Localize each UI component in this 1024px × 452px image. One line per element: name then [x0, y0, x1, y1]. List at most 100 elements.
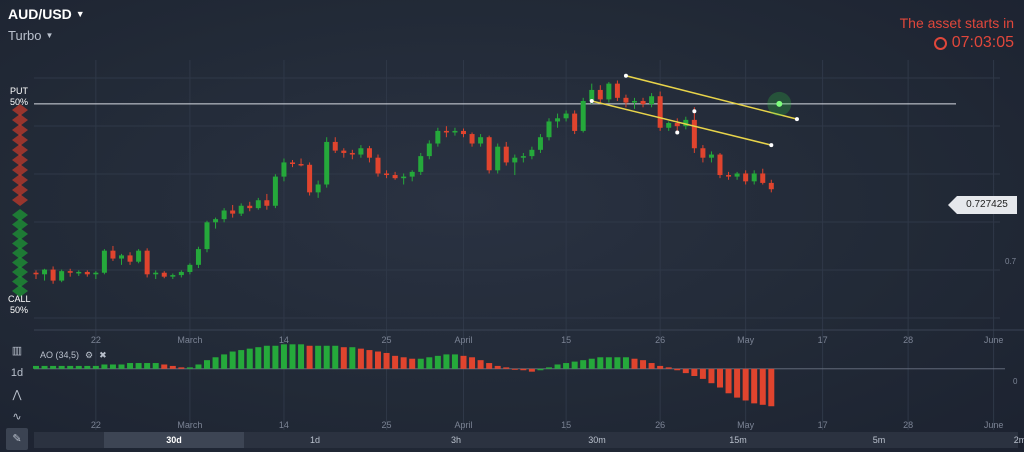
x-axis-label: 17: [817, 335, 828, 345]
candle-body: [349, 152, 355, 155]
ao-bar: [631, 358, 638, 369]
ao-bar: [144, 363, 151, 369]
candle-body: [161, 272, 167, 277]
ao-bar: [460, 355, 467, 369]
settings-icon[interactable]: ⚙: [85, 350, 93, 360]
candle-body: [700, 148, 706, 158]
ao-bar: [554, 364, 561, 369]
ao-bar: [708, 368, 715, 384]
candle-body: [255, 200, 261, 209]
chevron-down-icon: ▼: [45, 31, 54, 40]
mode-selector[interactable]: Turbo ▼: [8, 28, 53, 43]
ao-bar: [691, 368, 698, 376]
ao-bar: [417, 358, 424, 369]
ao-bar: [768, 368, 775, 407]
put-sentiment: PUT 50%: [8, 86, 30, 108]
call-sentiment: CALL 50%: [8, 294, 31, 316]
x-axis-label: 22: [90, 420, 101, 430]
put-percent: 50%: [9, 97, 28, 107]
pencil-icon[interactable]: ✎: [6, 428, 28, 450]
ao-bar: [451, 354, 458, 369]
candle-body: [409, 171, 415, 177]
timeframe-1d[interactable]: 1d: [310, 432, 320, 448]
candle-body: [76, 271, 82, 274]
candle-body: [666, 123, 672, 128]
ao-bar: [400, 357, 407, 369]
timeframe-button[interactable]: 1d: [6, 362, 28, 384]
channel-lower-line: [591, 100, 772, 146]
candle-body: [503, 146, 509, 163]
candle-body: [717, 154, 723, 176]
candle-body: [230, 210, 236, 214]
candle-body: [426, 143, 432, 157]
put-label: PUT: [10, 86, 28, 96]
candle-body: [384, 173, 390, 176]
ao-bar: [332, 345, 339, 369]
candle-body: [563, 113, 569, 119]
x-axis-label: April: [454, 335, 473, 345]
timeframe-5m[interactable]: 5m: [873, 432, 886, 448]
ao-bar: [101, 364, 108, 369]
x-axis-label: May: [737, 420, 755, 430]
candle-body: [418, 156, 424, 172]
ao-bar: [477, 360, 484, 369]
x-axis-label: April: [454, 420, 473, 430]
candle-body: [392, 175, 398, 179]
ao-bar: [169, 365, 176, 369]
ao-bar: [614, 357, 621, 369]
ao-bar: [204, 360, 210, 369]
ao-bar: [588, 358, 595, 369]
candle-body: [555, 118, 561, 122]
candle-body: [93, 272, 99, 275]
timeframe-30d[interactable]: 30d: [104, 432, 244, 448]
x-axis-label: 25: [381, 335, 392, 345]
candle-body: [435, 130, 441, 144]
candle-body: [298, 164, 304, 166]
price-chart[interactable]: [0, 0, 1024, 452]
candle-body: [572, 113, 578, 131]
ao-bar: [161, 364, 168, 369]
candle-body: [264, 200, 270, 206]
candle-body: [42, 269, 48, 275]
ao-bar: [546, 367, 552, 369]
candle-body: [281, 162, 287, 177]
ao-bar: [280, 344, 287, 369]
x-axis-label: 14: [278, 335, 289, 345]
x-axis-label: 28: [903, 420, 914, 430]
ao-bar: [366, 350, 373, 369]
candle-body: [238, 205, 244, 214]
close-icon[interactable]: ✖: [99, 350, 107, 360]
timeframe-2m[interactable]: 2m: [1014, 432, 1024, 448]
candle-body: [401, 176, 407, 179]
ao-bar: [118, 364, 125, 369]
ao-bar: [195, 364, 202, 369]
x-axis-label: June: [983, 335, 1004, 345]
y-axis-label: 0.7: [1005, 257, 1017, 266]
current-price-tag: 0.727425: [948, 196, 1017, 214]
timeframe-15m[interactable]: 15m: [729, 432, 747, 448]
asset-selector[interactable]: AUD/USD ▼: [8, 6, 85, 22]
timeframe-30m[interactable]: 30m: [588, 432, 606, 448]
ao-bar: [212, 357, 219, 369]
timeframe-3h[interactable]: 3h: [451, 432, 461, 448]
chart-type-icon[interactable]: ▥: [6, 340, 28, 362]
ao-bar: [434, 355, 441, 369]
channel-anchor-point: [794, 117, 799, 122]
candle-body: [101, 250, 107, 273]
candle-body: [614, 83, 620, 98]
ao-bar: [272, 345, 279, 369]
ao-bar: [315, 345, 322, 369]
ao-bar: [503, 367, 510, 369]
ao-bar: [75, 365, 82, 369]
stopwatch-icon: [933, 37, 947, 50]
ao-bar: [127, 363, 134, 369]
x-axis-label: 26: [655, 420, 666, 430]
indicators-icon[interactable]: ⋀: [6, 384, 28, 406]
candle-body: [33, 272, 39, 275]
candle-body: [144, 250, 150, 275]
trendline-icon[interactable]: ∿: [6, 406, 28, 428]
ao-bar: [255, 347, 262, 369]
candle-body: [187, 264, 193, 272]
ao-bar: [33, 365, 39, 369]
candle-body: [623, 97, 629, 103]
